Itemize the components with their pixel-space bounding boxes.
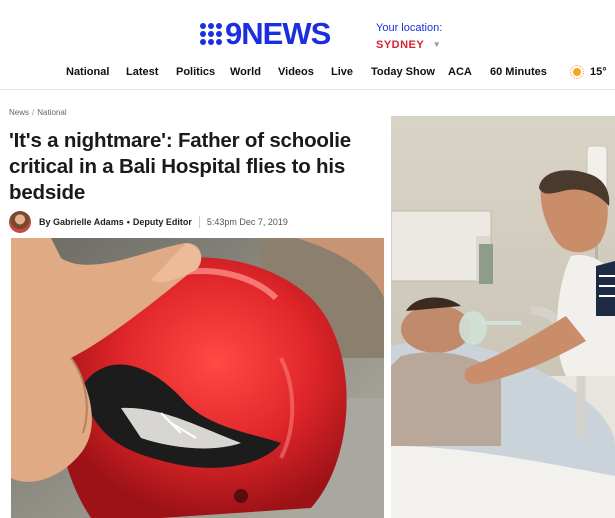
location-city[interactable]: SYDNEY <box>376 37 424 53</box>
breadcrumb: News / National <box>9 108 67 118</box>
nav-item-politics[interactable]: Politics <box>176 63 215 81</box>
nav-item-videos[interactable]: Videos <box>278 63 314 81</box>
hospital-photo <box>391 116 615 518</box>
nine-news-logo[interactable]: 9 NEWS <box>200 17 352 50</box>
author-role: Deputy Editor <box>132 217 192 227</box>
nav-item-aca[interactable]: ACA <box>448 63 472 81</box>
logo-news: NEWS <box>241 16 331 51</box>
article-image-helmet[interactable] <box>11 238 384 518</box>
author-avatar[interactable] <box>9 211 31 233</box>
location-label: Your location: <box>376 22 443 34</box>
breadcrumb-national[interactable]: National <box>37 108 66 117</box>
article-title: 'It's a nightmare': Father of schoolie c… <box>9 129 351 204</box>
logo-dots-icon <box>200 22 222 45</box>
nav-item-live[interactable]: Live <box>331 63 353 81</box>
nav-item-latest[interactable]: Latest <box>126 63 158 81</box>
nav-item-today-show[interactable]: Today Show <box>371 63 435 81</box>
breadcrumb-news[interactable]: News <box>9 108 29 117</box>
location-selector[interactable]: Your location: SYDNEY ▼ <box>376 21 442 53</box>
byline-divider <box>198 216 200 228</box>
article-image-hospital[interactable] <box>391 116 615 518</box>
chevron-down-icon[interactable]: ▼ <box>433 40 441 49</box>
temperature: 15° <box>590 66 607 78</box>
nav-item-national[interactable]: National <box>66 63 109 81</box>
byline-dot: • <box>126 217 130 227</box>
publish-date: 5:43pm Dec 7, 2019 <box>206 217 288 227</box>
byline: By Gabrielle Adams • Deputy Editor 5:43p… <box>9 211 288 233</box>
main-nav: National Latest Politics World Videos Li… <box>0 63 615 81</box>
site-header: 9 NEWS Your location: SYDNEY ▼ National … <box>0 0 615 90</box>
helmet-photo <box>11 238 384 518</box>
breadcrumb-separator: / <box>32 108 35 117</box>
nav-item-60-minutes[interactable]: 60 Minutes <box>490 63 547 81</box>
sun-icon <box>570 65 584 79</box>
nav-item-world[interactable]: World <box>230 63 261 81</box>
logo-nine: 9 <box>225 16 242 51</box>
weather-widget[interactable]: 15° <box>570 63 607 81</box>
author-name[interactable]: By Gabrielle Adams <box>39 217 124 227</box>
